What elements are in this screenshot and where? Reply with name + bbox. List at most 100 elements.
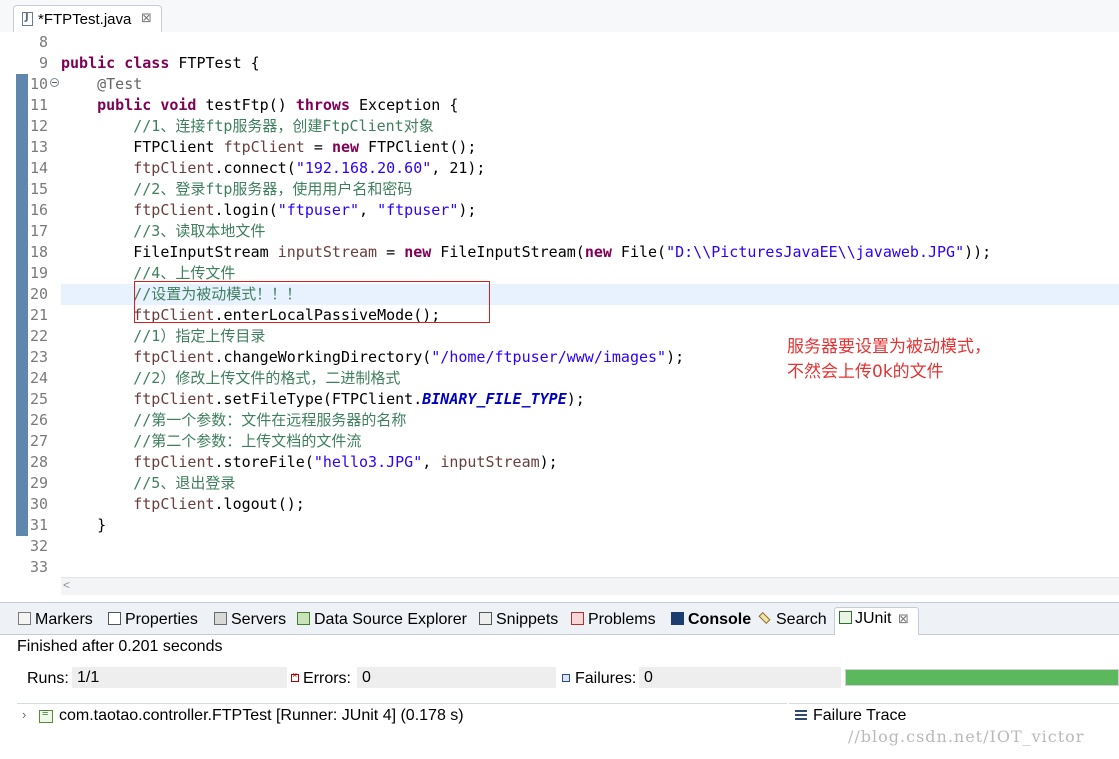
line-number: 28 bbox=[29, 453, 48, 471]
line-number: 30 bbox=[29, 495, 48, 513]
code-line[interactable]: 14 ftpClient.connect("192.168.20.60", 21… bbox=[0, 158, 1119, 179]
chevron-right-icon[interactable]: › bbox=[22, 707, 26, 722]
code-line[interactable]: 13 FTPClient ftpClient = new FTPClient()… bbox=[0, 137, 1119, 158]
code-text: //2）修改上传文件的格式，二进制格式 bbox=[133, 369, 401, 387]
code-line[interactable]: 28 ftpClient.storeFile("hello3.JPG", inp… bbox=[0, 452, 1119, 473]
failures-value: 0 bbox=[639, 667, 841, 688]
code-text: ftpClient.storeFile("hello3.JPG", inputS… bbox=[133, 453, 558, 471]
code-text: //2、登录ftp服务器，使用用户名和密码 bbox=[133, 180, 413, 198]
errors-icon bbox=[291, 670, 299, 682]
code-text: //1、连接ftp服务器，创建FtpClient对象 bbox=[133, 117, 434, 135]
markers-icon bbox=[18, 612, 31, 625]
code-text: //第一个参数：文件在远程服务器的名称 bbox=[133, 411, 407, 429]
junit-finished-text: Finished after 0.201 seconds bbox=[17, 638, 223, 655]
line-number: 29 bbox=[29, 474, 48, 492]
data-source-icon bbox=[297, 612, 310, 625]
code-text: ftpClient.connect("192.168.20.60", 21); bbox=[133, 159, 486, 177]
java-file-icon bbox=[22, 12, 33, 26]
code-line[interactable]: 17 //3、读取本地文件 bbox=[0, 221, 1119, 242]
code-line[interactable]: 9 public class FTPTest { bbox=[0, 53, 1119, 74]
watermark: //blog.csdn.net/IOT_victor bbox=[848, 727, 1085, 746]
problems-icon bbox=[571, 612, 584, 625]
line-number: 27 bbox=[29, 432, 48, 450]
line-number: 18 bbox=[29, 243, 48, 261]
line-number: 17 bbox=[29, 222, 48, 240]
snippets-icon bbox=[479, 612, 492, 625]
code-line[interactable]: 31 } bbox=[0, 515, 1119, 536]
errors-value: 0 bbox=[357, 667, 556, 688]
code-line[interactable]: 32 bbox=[0, 536, 1119, 557]
editor-tab-label: *FTPTest.java bbox=[38, 11, 132, 28]
code-line[interactable]: 10 @Test bbox=[0, 74, 1119, 95]
tab-junit[interactable]: JUnit ⊠ bbox=[834, 607, 919, 635]
code-text: FileInputStream inputStream = new FileIn… bbox=[61, 243, 992, 261]
code-line[interactable]: 12 //1、连接ftp服务器，创建FtpClient对象 bbox=[0, 116, 1119, 137]
horizontal-scrollbar[interactable]: < bbox=[61, 577, 1119, 595]
close-icon[interactable]: ⊠ bbox=[898, 611, 909, 627]
tab-label: Search bbox=[776, 611, 827, 628]
tab-snippets[interactable]: Snippets bbox=[479, 609, 563, 633]
tab-problems[interactable]: Problems bbox=[571, 609, 663, 633]
line-number: 33 bbox=[29, 558, 48, 576]
junit-icon bbox=[839, 611, 852, 624]
code-line[interactable]: 8 bbox=[0, 32, 1119, 53]
tab-label: Servers bbox=[231, 611, 287, 628]
failures-label: Failures: bbox=[575, 670, 637, 687]
editor-tab-bar: *FTPTest.java ⊠ bbox=[0, 0, 1119, 33]
line-number: 10 bbox=[29, 75, 48, 93]
test-suite-icon bbox=[39, 707, 53, 723]
line-number: 32 bbox=[29, 537, 48, 555]
line-number: 9 bbox=[38, 54, 48, 72]
runs-label: Runs: bbox=[27, 670, 69, 687]
code-line[interactable]: 25 ftpClient.setFileType(FTPClient.BINAR… bbox=[0, 389, 1119, 410]
code-line[interactable]: 26 //第一个参数：文件在远程服务器的名称 bbox=[0, 410, 1119, 431]
line-number: 8 bbox=[38, 33, 48, 51]
line-number: 19 bbox=[29, 264, 48, 282]
code-line[interactable]: 16 ftpClient.login("ftpuser", "ftpuser")… bbox=[0, 200, 1119, 221]
test-tree-item-label: com.taotao.controller.FTPTest [Runner: J… bbox=[59, 707, 464, 724]
line-number: 12 bbox=[29, 117, 48, 135]
code-text: public class FTPTest { bbox=[61, 54, 260, 72]
scroll-left-icon[interactable]: < bbox=[63, 578, 70, 592]
tab-label: Console bbox=[688, 611, 752, 628]
failure-trace-icon bbox=[795, 710, 807, 720]
line-number: 26 bbox=[29, 411, 48, 429]
code-line[interactable]: 30 ftpClient.logout(); bbox=[0, 494, 1119, 515]
code-line[interactable]: 11 public void testFtp() throws Exceptio… bbox=[0, 95, 1119, 116]
junit-progress-bar bbox=[845, 669, 1119, 686]
code-line[interactable]: 27 //第二个参数：上传文档的文件流 bbox=[0, 431, 1119, 452]
tab-properties[interactable]: Properties bbox=[108, 609, 206, 633]
servers-icon bbox=[214, 612, 227, 625]
code-line[interactable]: 33 bbox=[0, 557, 1119, 578]
tab-label: Problems bbox=[588, 611, 656, 628]
code-line[interactable]: 15 //2、登录ftp服务器，使用用户名和密码 bbox=[0, 179, 1119, 200]
code-line[interactable]: 18 FileInputStream inputStream = new Fil… bbox=[0, 242, 1119, 263]
close-icon[interactable]: ⊠ bbox=[141, 10, 152, 26]
code-text: @Test bbox=[97, 75, 143, 93]
line-number: 25 bbox=[29, 390, 48, 408]
code-text: } bbox=[61, 516, 107, 534]
line-number: 16 bbox=[29, 201, 48, 219]
tab-search[interactable]: Search bbox=[758, 609, 829, 633]
line-number: 22 bbox=[29, 327, 48, 345]
line-number: 31 bbox=[29, 516, 48, 534]
tab-label: Properties bbox=[125, 611, 198, 628]
failure-trace-label: Failure Trace bbox=[813, 707, 907, 724]
runs-value: 1/1 bbox=[72, 667, 287, 688]
annotation-note: 服务器要设置为被动模式， 不然会上传0k的文件 bbox=[787, 337, 991, 382]
code-text: //5、退出登录 bbox=[133, 474, 236, 492]
annotation-highlight-box bbox=[134, 281, 490, 323]
tab-data-source-explorer[interactable]: Data Source Explorer bbox=[297, 609, 471, 633]
editor-tab-ftptest[interactable]: *FTPTest.java ⊠ bbox=[13, 5, 162, 32]
failures-icon bbox=[562, 674, 570, 682]
tab-servers[interactable]: Servers bbox=[214, 609, 290, 633]
line-number: 15 bbox=[29, 180, 48, 198]
tab-markers[interactable]: Markers bbox=[18, 609, 100, 633]
code-editor[interactable]: 8 9 public class FTPTest {10 @Test 11 publi… bbox=[0, 32, 1119, 595]
code-text: ftpClient.setFileType(FTPClient.BINARY_F… bbox=[133, 390, 585, 408]
fold-collapse-icon[interactable] bbox=[50, 78, 59, 87]
line-number: 20 bbox=[29, 285, 48, 303]
progress-fill bbox=[846, 670, 1118, 685]
code-line[interactable]: 29 //5、退出登录 bbox=[0, 473, 1119, 494]
tab-console[interactable]: Console bbox=[671, 609, 751, 633]
